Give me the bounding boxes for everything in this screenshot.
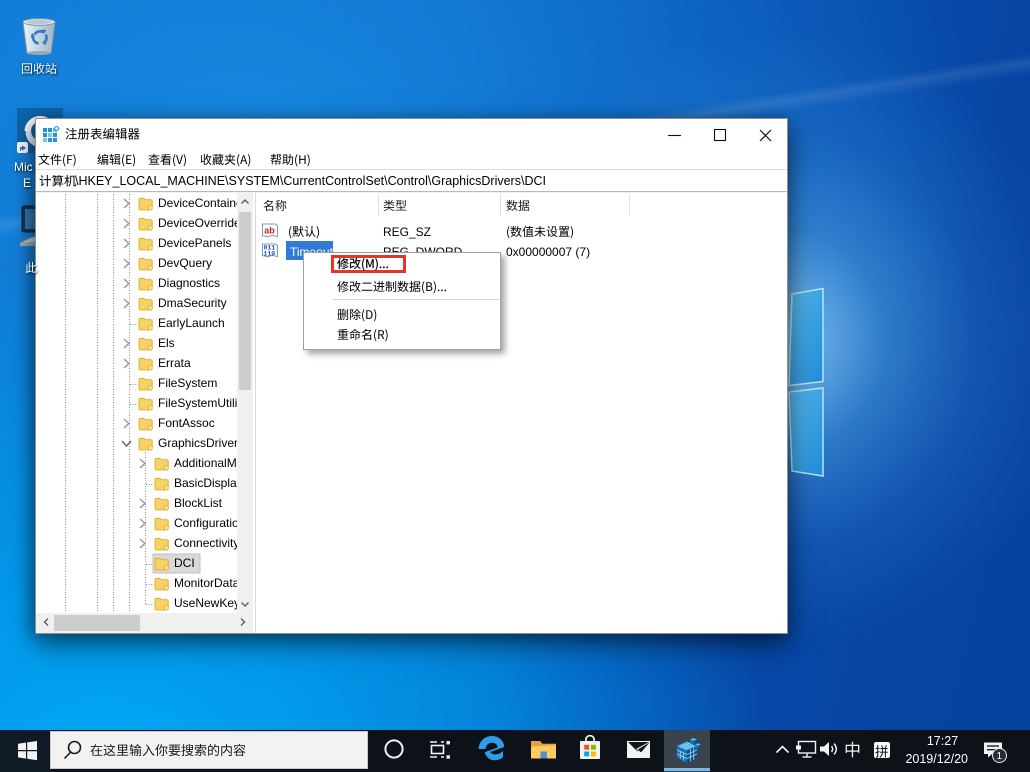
svg-text:ab: ab	[264, 226, 275, 236]
svg-text:110: 110	[264, 251, 276, 258]
